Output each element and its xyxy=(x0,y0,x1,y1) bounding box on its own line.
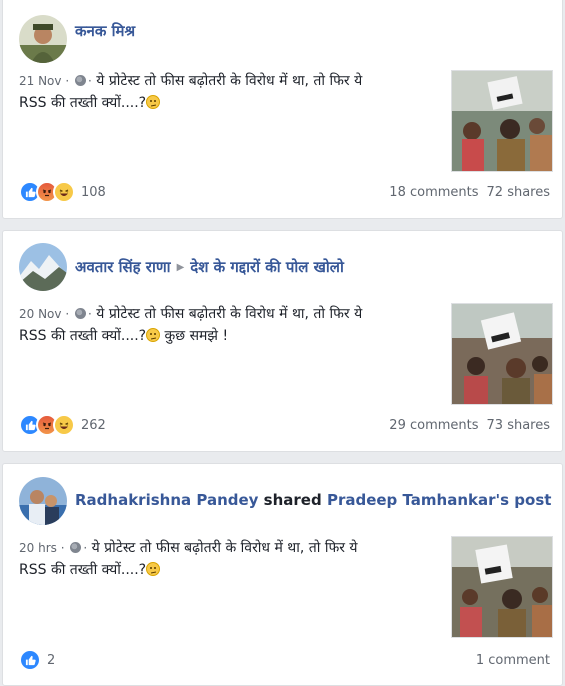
confused-emoji-icon xyxy=(146,95,161,109)
comments-count[interactable]: 18 comments xyxy=(389,185,478,200)
shares-count[interactable]: 72 shares xyxy=(487,185,550,200)
post-image[interactable] xyxy=(451,536,553,638)
author-avatar[interactable] xyxy=(19,477,67,525)
dot-separator: · xyxy=(83,541,88,555)
comments-count[interactable]: 1 comment xyxy=(476,653,550,668)
post-text-line1: ये प्रोटेस्ट तो फीस बढ़ोतरी के विरोध में… xyxy=(91,540,358,556)
author-avatar[interactable] xyxy=(19,15,67,63)
reaction-summary[interactable]: 2 xyxy=(19,649,55,671)
reaction-count[interactable]: 2 xyxy=(47,653,55,668)
post-time[interactable]: 20 hrs xyxy=(19,541,57,555)
shares-count[interactable]: 73 shares xyxy=(487,418,550,433)
confused-emoji-icon xyxy=(146,328,161,342)
group-name[interactable]: देश के गद्दारों की पोल खोलो xyxy=(190,258,344,276)
post-text-line2: RSS की तख्ती क्यों....? xyxy=(19,562,147,578)
post-card-1: कनक मिश्र 21 Nov · · ये प्रोटेस्ट तो फीस… xyxy=(2,0,563,219)
post-footer: 262 29 comments 73 shares xyxy=(19,413,550,437)
shared-word: shared xyxy=(263,491,322,509)
post-text-line1: ये प्रोटेस्ट तो फीस बढ़ोतरी के विरोध में… xyxy=(96,306,363,322)
post-text: 21 Nov · · ये प्रोटेस्ट तो फीस बढ़ोतरी क… xyxy=(19,70,429,114)
like-reaction-icon xyxy=(19,649,41,671)
reaction-count[interactable]: 108 xyxy=(81,185,106,200)
comments-count[interactable]: 29 comments xyxy=(389,418,478,433)
reaction-count[interactable]: 262 xyxy=(81,418,106,433)
triangle-right-icon: ▶ xyxy=(176,262,185,273)
post-time[interactable]: 21 Nov xyxy=(19,74,62,88)
meta-separator: · xyxy=(61,74,73,88)
globe-icon xyxy=(70,542,82,553)
post-card-3: Radhakrishna Pandey shared Pradeep Tamha… xyxy=(2,463,563,686)
haha-reaction-icon xyxy=(53,414,75,436)
author-name[interactable]: Radhakrishna Pandey xyxy=(75,491,258,509)
globe-icon xyxy=(74,308,86,319)
author-name[interactable]: कनक मिश्र xyxy=(75,22,135,40)
globe-icon xyxy=(74,75,86,86)
post-footer: 108 18 comments 72 shares xyxy=(19,180,550,204)
reaction-summary[interactable]: 262 xyxy=(19,414,106,436)
post-image[interactable] xyxy=(451,303,553,405)
post-image[interactable] xyxy=(451,70,553,172)
dot-separator: · xyxy=(87,74,92,88)
post-text-line2: RSS की तख्ती क्यों....? xyxy=(19,95,147,111)
post-card-2: अवतार सिंह राणा ▶ देश के गद्दारों की पोल ख… xyxy=(2,230,563,452)
post-footer: 2 1 comment xyxy=(19,648,550,672)
confused-emoji-icon xyxy=(146,562,161,576)
meta-separator: · xyxy=(61,307,73,321)
post-text-suffix: कुछ समझे ! xyxy=(160,328,229,344)
reaction-summary[interactable]: 108 xyxy=(19,181,106,203)
haha-reaction-icon xyxy=(53,181,75,203)
shared-post-link[interactable]: Pradeep Tamhankar's post xyxy=(327,491,551,509)
post-text-line1: ये प्रोटेस्ट तो फीस बढ़ोतरी के विरोध में… xyxy=(96,73,363,89)
post-text: 20 Nov · · ये प्रोटेस्ट तो फीस बढ़ोतरी क… xyxy=(19,303,429,347)
post-time[interactable]: 20 Nov xyxy=(19,307,62,321)
meta-separator: · xyxy=(56,541,69,555)
post-text: 20 hrs · · ये प्रोटेस्ट तो फीस बढ़ोतरी क… xyxy=(19,537,429,581)
post-text-line2: RSS की तख्ती क्यों....? xyxy=(19,328,147,344)
dot-separator: · xyxy=(87,307,92,321)
author-name[interactable]: अवतार सिंह राणा xyxy=(75,258,171,276)
author-avatar[interactable] xyxy=(19,243,67,291)
